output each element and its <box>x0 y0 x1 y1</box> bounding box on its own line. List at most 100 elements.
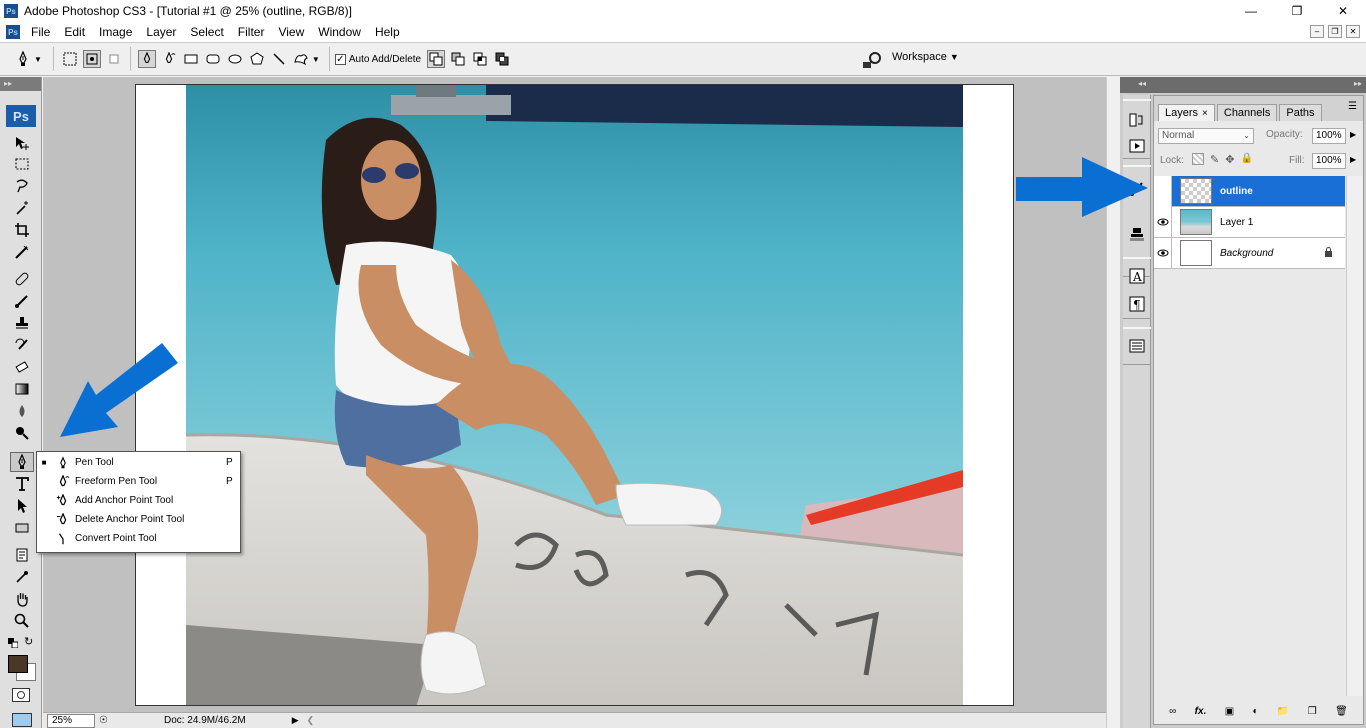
paths-mode-button[interactable] <box>82 50 101 68</box>
menu-file[interactable]: File <box>24 25 57 39</box>
default-colors-icon[interactable] <box>8 637 19 649</box>
dock-header[interactable]: ◂◂ ▸▸ <box>1120 77 1366 93</box>
zoom-level-field[interactable]: 25% <box>47 713 95 728</box>
layer-style-icon[interactable]: fx. <box>1195 706 1207 717</box>
history-brush-tool[interactable] <box>10 335 34 355</box>
menu-help[interactable]: Help <box>368 25 407 39</box>
new-layer-icon[interactable]: ❐ <box>1308 706 1317 717</box>
status-info-icon[interactable]: ☉ <box>99 715 108 726</box>
link-layers-icon[interactable]: ∞ <box>1169 706 1176 717</box>
magic-wand-tool[interactable] <box>10 198 34 218</box>
document-canvas[interactable] <box>135 84 1014 706</box>
fill-slider-arrow-icon[interactable]: ▶ <box>1350 155 1356 164</box>
layer-row-background[interactable]: Background <box>1154 237 1345 269</box>
scroll-left-icon[interactable]: ❮ <box>307 715 315 726</box>
lock-all-icon[interactable]: 🔒 <box>1240 153 1252 166</box>
panel-menu-icon[interactable]: ☰ <box>1348 101 1357 112</box>
healing-brush-tool[interactable] <box>10 269 34 289</box>
clone-source-panel-button[interactable] <box>1125 223 1149 245</box>
chevron-down-icon[interactable]: ▼ <box>34 55 42 64</box>
foreground-color-swatch[interactable] <box>8 655 28 673</box>
swap-colors-icon[interactable]: ↻ <box>24 635 33 648</box>
fill-pixels-button[interactable] <box>105 50 123 68</box>
character-panel-button[interactable]: A <box>1125 265 1149 287</box>
gradient-tool[interactable] <box>10 379 34 399</box>
flyout-item-freeform-pen-tool[interactable]: Freeform Pen Tool P <box>37 472 240 491</box>
paragraph-panel-button[interactable]: ¶ <box>1125 293 1149 315</box>
close-icon[interactable]: × <box>1202 108 1208 119</box>
layer-row-layer-1[interactable]: Layer 1 <box>1154 206 1345 238</box>
crop-tool[interactable] <box>10 220 34 240</box>
quick-mask-button[interactable] <box>12 688 30 702</box>
path-intersect-button[interactable] <box>471 50 489 68</box>
fill-field[interactable]: 100% <box>1312 153 1346 169</box>
marquee-tool[interactable] <box>10 154 34 174</box>
opacity-field[interactable]: 100% <box>1312 128 1346 144</box>
tab-channels[interactable]: Channels <box>1216 104 1278 121</box>
move-tool[interactable] <box>10 133 34 153</box>
path-selection-tool[interactable] <box>10 496 34 516</box>
rounded-rectangle-button[interactable] <box>204 50 222 68</box>
dodge-tool[interactable] <box>10 423 34 443</box>
pen-tool[interactable] <box>10 452 34 472</box>
history-panel-button[interactable] <box>1125 109 1149 131</box>
layers-scrollbar[interactable] <box>1346 176 1363 696</box>
rectangle-shape-button[interactable] <box>182 50 200 68</box>
shape-layers-button[interactable] <box>61 50 79 68</box>
pen-mode-button[interactable] <box>137 50 156 68</box>
eye-icon[interactable] <box>1154 237 1172 269</box>
doc-restore-icon[interactable]: ❐ <box>1328 25 1342 38</box>
lock-image-icon[interactable]: ✎ <box>1210 153 1219 166</box>
flyout-item-convert-point-tool[interactable]: Convert Point Tool <box>37 529 240 548</box>
clone-stamp-tool[interactable] <box>10 313 34 333</box>
restore-icon[interactable]: ❐ <box>1274 0 1320 22</box>
layer-comps-panel-button[interactable] <box>1125 335 1149 357</box>
eye-icon[interactable] <box>1154 206 1172 238</box>
hand-tool[interactable] <box>10 589 34 609</box>
eyedropper-tool[interactable] <box>10 567 34 587</box>
path-exclude-button[interactable] <box>493 50 511 68</box>
chevron-down-icon[interactable]: ▼ <box>312 55 320 64</box>
screen-mode-button[interactable] <box>12 713 32 727</box>
layer-mask-icon[interactable]: ▣ <box>1225 706 1234 717</box>
delete-layer-icon[interactable]: 🗑 <box>1335 706 1348 717</box>
lasso-tool[interactable] <box>10 176 34 196</box>
auto-add-delete-checkbox[interactable]: ✓ <box>334 53 346 65</box>
menu-filter[interactable]: Filter <box>231 25 272 39</box>
minimize-icon[interactable]: — <box>1228 0 1274 22</box>
path-subtract-button[interactable] <box>449 50 467 68</box>
go-to-bridge-button[interactable] <box>862 51 884 69</box>
custom-shape-button[interactable] <box>292 50 310 68</box>
menu-layer[interactable]: Layer <box>139 25 183 39</box>
visibility-toggle[interactable] <box>1154 175 1172 207</box>
eraser-tool[interactable] <box>10 357 34 377</box>
flyout-item-pen-tool[interactable]: ■ Pen Tool P <box>37 453 240 472</box>
toolbox-grip[interactable]: ▸▸ <box>0 77 41 91</box>
slice-tool[interactable] <box>10 242 34 262</box>
shape-tool[interactable] <box>10 518 34 538</box>
menu-edit[interactable]: Edit <box>57 25 92 39</box>
new-group-icon[interactable]: 📁 <box>1277 706 1289 717</box>
tab-paths[interactable]: Paths <box>1279 104 1322 121</box>
lock-position-icon[interactable]: ✥ <box>1225 153 1234 166</box>
menu-view[interactable]: View <box>271 25 311 39</box>
tab-layers[interactable]: Layers × <box>1158 104 1215 121</box>
ellipse-button[interactable] <box>226 50 244 68</box>
freeform-pen-button[interactable] <box>160 50 178 68</box>
doc-minimize-icon[interactable]: – <box>1310 25 1324 38</box>
flyout-item-delete-anchor-point-tool[interactable]: Delete Anchor Point Tool <box>37 510 240 529</box>
menu-select[interactable]: Select <box>183 25 230 39</box>
actions-panel-button[interactable] <box>1125 135 1149 157</box>
tool-preset-picker[interactable] <box>14 50 32 68</box>
brush-tool[interactable] <box>10 291 34 311</box>
line-button[interactable] <box>270 50 288 68</box>
polygon-button[interactable] <box>248 50 266 68</box>
workspace-menu-button[interactable]: Workspace ▼ <box>892 51 959 63</box>
ps-logo[interactable]: Ps <box>6 105 36 127</box>
layer-row-outline[interactable]: outline <box>1154 175 1345 207</box>
zoom-tool[interactable] <box>10 611 34 631</box>
type-tool[interactable] <box>10 474 34 494</box>
notes-tool[interactable] <box>10 545 34 565</box>
status-menu-arrow-icon[interactable]: ▶ <box>292 715 299 726</box>
blend-mode-select[interactable]: Normal ⌄ <box>1158 128 1254 144</box>
